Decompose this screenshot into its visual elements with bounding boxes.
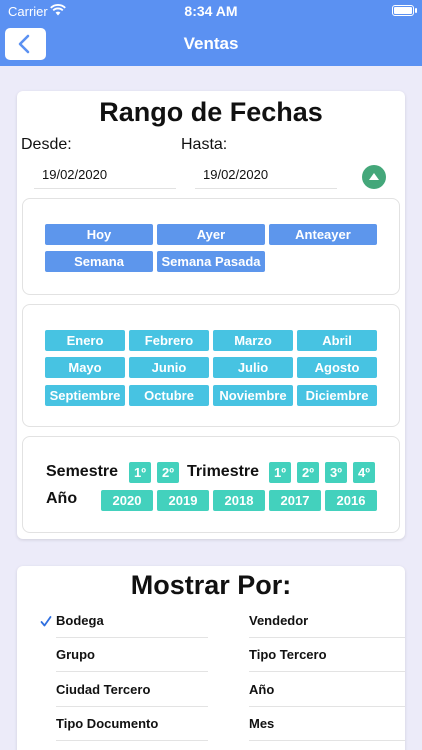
month-marzo-button[interactable]: Marzo [213,330,293,351]
anio-label: Año [46,490,78,507]
option-label: Bodega [56,613,104,628]
anio-2019-button[interactable]: 2019 [157,490,209,511]
navigation-bar: Ventas [0,22,422,66]
option-ciudad-tercero[interactable]: Ciudad Tercero [56,673,208,707]
month-agosto-button[interactable]: Agosto [297,357,377,378]
trimestre-4-button[interactable]: 4º [353,462,375,483]
month-febrero-button[interactable]: Febrero [129,330,209,351]
anio-2016-button[interactable]: 2016 [325,490,377,511]
page-title: Ventas [183,34,239,53]
desde-date-field[interactable]: 19/02/2020 [34,159,176,189]
month-noviembre-button[interactable]: Noviembre [213,385,293,406]
option-label: Mes [249,716,275,731]
quick-hoy-button[interactable]: Hoy [45,224,153,245]
collapse-toggle-button[interactable] [362,165,386,189]
option-label: Tipo Tercero [249,647,327,662]
battery-icon [392,5,417,16]
anio-2018-button[interactable]: 2018 [213,490,265,511]
hasta-label: Hasta: [181,136,228,153]
desde-label: Desde: [21,136,72,153]
hasta-date-field[interactable]: 19/02/2020 [195,159,337,189]
month-abril-button[interactable]: Abril [297,330,377,351]
option-mes[interactable]: Mes [249,707,405,741]
anio-2020-button[interactable]: 2020 [101,490,153,511]
option-tipo-documento[interactable]: Tipo Documento [56,707,208,741]
quick-semana-button[interactable]: Semana [45,251,153,272]
month-julio-button[interactable]: Julio [213,357,293,378]
option-grupo[interactable]: Grupo [56,638,208,672]
trimestre-2-button[interactable]: 2º [297,462,319,483]
month-mayo-button[interactable]: Mayo [45,357,125,378]
checkmark-icon [40,616,52,627]
option-label: Ciudad Tercero [56,682,151,697]
anio-2017-button[interactable]: 2017 [269,490,321,511]
period-panel: Semestre 1º 2º Trimestre 1º 2º 3º 4º Año… [22,436,400,533]
option-bodega[interactable]: Bodega [40,604,208,638]
trimestre-3-button[interactable]: 3º [325,462,347,483]
status-time: 8:34 AM [184,3,238,19]
option-anio[interactable]: Año [249,673,405,707]
month-octubre-button[interactable]: Octubre [129,385,209,406]
quick-semana-pasada-button[interactable]: Semana Pasada [157,251,265,272]
month-septiembre-button[interactable]: Septiembre [45,385,125,406]
date-range-title: Rango de Fechas [99,97,323,127]
option-tipo-tercero[interactable]: Tipo Tercero [249,638,405,672]
semestre-1-button[interactable]: 1º [129,462,151,483]
option-label: Año [249,682,275,697]
option-label: Tipo Documento [56,716,159,731]
caret-up-icon [369,173,379,180]
quick-range-panel: Hoy Ayer Anteayer Semana Semana Pasada [22,198,400,295]
option-label: Grupo [56,647,95,662]
quick-ayer-button[interactable]: Ayer [157,224,265,245]
option-label: Vendedor [249,613,309,628]
month-enero-button[interactable]: Enero [45,330,125,351]
semestre-2-button[interactable]: 2º [157,462,179,483]
month-junio-button[interactable]: Junio [129,357,209,378]
trimestre-1-button[interactable]: 1º [269,462,291,483]
month-diciembre-button[interactable]: Diciembre [297,385,377,406]
trimestre-label: Trimestre [187,463,260,480]
months-panel: Enero Febrero Marzo Abril Mayo Junio Jul… [22,304,400,427]
status-bar: Carrier 8:34 AM [0,0,422,22]
group-by-card: Mostrar Por: Bodega Grupo Ciudad Tercero… [17,566,405,750]
group-by-title: Mostrar Por: [130,570,292,600]
date-range-card: Rango de Fechas Desde: Hasta: 19/02/2020… [17,91,405,539]
option-vendedor[interactable]: Vendedor [249,604,405,638]
semestre-label: Semestre [46,463,119,480]
quick-anteayer-button[interactable]: Anteayer [269,224,377,245]
